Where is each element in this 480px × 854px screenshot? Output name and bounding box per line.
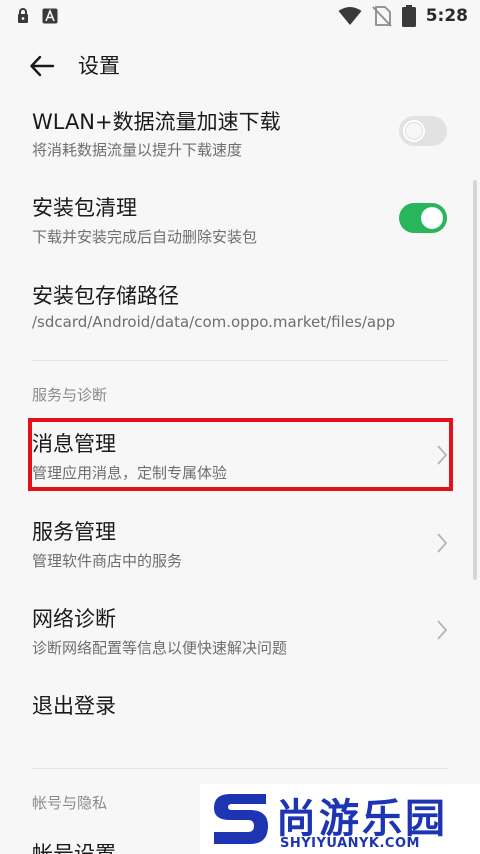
setting-package-cleanup[interactable]: 安装包清理 下载并安装完成后自动删除安装包 [0, 188, 480, 258]
menu-item-service-management[interactable]: 服务管理 管理软件商店中的服务 [0, 512, 480, 576]
no-sim-icon [372, 6, 392, 27]
logo-s-icon [214, 794, 268, 844]
battery-icon [401, 5, 416, 27]
menu-item-title: 网络诊断 [32, 607, 116, 631]
setting-storage-path[interactable]: 安装包存储路径 /sdcard/Android/data/com.oppo.ma… [0, 276, 480, 346]
highlight-box [28, 418, 453, 491]
setting-title: 安装包清理 [32, 196, 137, 220]
chevron-right-icon [437, 620, 448, 640]
section-header-account: 帐号与隐私 [32, 794, 108, 812]
lock-icon [18, 8, 28, 23]
menu-item-subtitle: 管理软件商店中的服务 [32, 552, 183, 570]
wlan-accelerate-toggle[interactable] [399, 116, 447, 146]
status-bar: 5:28 [0, 0, 480, 34]
section-header-service: 服务与诊断 [32, 386, 108, 404]
menu-item-subtitle: 诊断网络配置等信息以便快速解决问题 [32, 639, 288, 657]
setting-title: 安装包存储路径 [32, 284, 179, 308]
watermark-logo: 尚游乐园 SHYIYUANYK.COM [200, 784, 480, 854]
setting-subtitle: /sdcard/Android/data/com.oppo.market/fil… [32, 313, 396, 331]
status-left-icons [16, 8, 58, 24]
toggle-knob [421, 207, 443, 229]
toggle-knob [403, 120, 425, 142]
menu-item-network-diagnosis[interactable]: 网络诊断 诊断网络配置等信息以便快速解决问题 [0, 599, 480, 663]
menu-item-title: 帐号设置 [32, 842, 116, 854]
package-cleanup-toggle[interactable] [399, 203, 447, 233]
back-arrow-icon[interactable] [28, 52, 56, 80]
scrollbar[interactable] [473, 180, 477, 580]
wifi-icon [338, 7, 362, 25]
watermark-text-en: SHYIYUANYK.COM [280, 836, 420, 851]
section-divider [32, 360, 448, 361]
setting-subtitle: 将消耗数据流量以提升下载速度 [32, 141, 243, 159]
section-divider [32, 768, 448, 769]
status-time: 5:28 [425, 6, 468, 26]
setting-title: WLAN+数据流量加速下载 [32, 110, 281, 134]
page-title: 设置 [78, 54, 120, 78]
app-bar: 设置 [0, 38, 480, 94]
chevron-right-icon [437, 533, 448, 553]
menu-item-logout[interactable]: 退出登录 [0, 686, 480, 726]
menu-item-title: 退出登录 [32, 694, 116, 718]
text-a-icon [42, 8, 58, 24]
status-right-icons: 5:28 [338, 5, 468, 27]
setting-subtitle: 下载并安装完成后自动删除安装包 [32, 228, 258, 246]
setting-wlan-accelerate[interactable]: WLAN+数据流量加速下载 将消耗数据流量以提升下载速度 [0, 100, 480, 170]
menu-item-title: 服务管理 [32, 520, 116, 544]
